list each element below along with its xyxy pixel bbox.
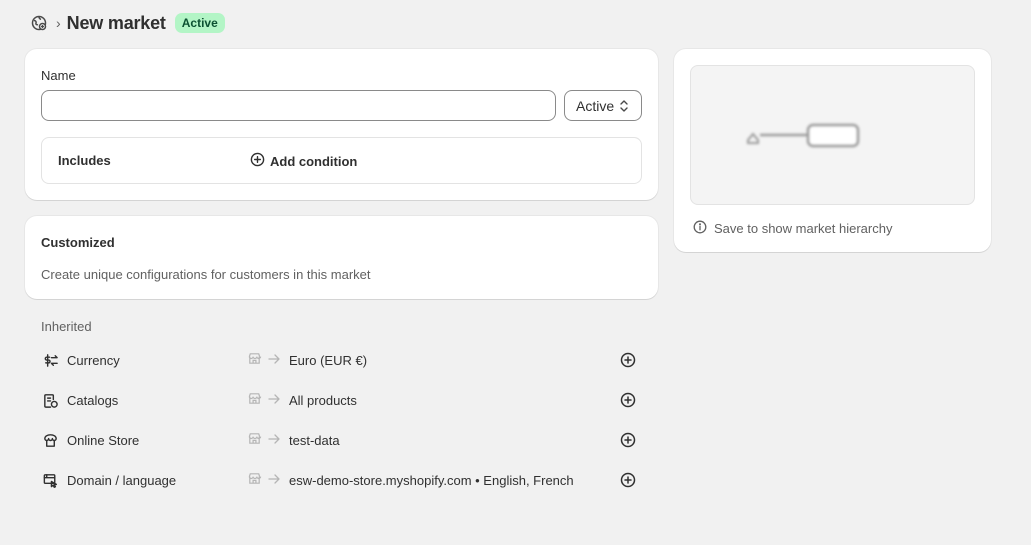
includes-label: Includes: [58, 153, 111, 168]
plus-circle-icon[interactable]: [619, 431, 637, 449]
inherited-row-label: Catalogs: [67, 392, 119, 408]
arrow-right-icon: [267, 472, 281, 489]
globe-icon[interactable]: [30, 14, 48, 32]
status-select[interactable]: Active: [564, 90, 642, 121]
customized-card: Customized Create unique configurations …: [25, 216, 658, 299]
inherited-row-value: test-data: [289, 432, 340, 448]
plus-circle-icon[interactable]: [619, 351, 637, 369]
customized-description: Create unique configurations for custome…: [41, 267, 371, 282]
hierarchy-note-text: Save to show market hierarchy: [714, 221, 893, 236]
inherited-row-domain: Domain / language esw-demo-store.myshopi…: [41, 468, 641, 492]
name-card: Name Active Includes Add condition: [25, 49, 658, 200]
add-condition-button[interactable]: Add condition: [250, 152, 357, 170]
status-badge: Active: [174, 13, 225, 33]
hierarchy-note: Save to show market hierarchy: [693, 220, 892, 237]
plus-circle-icon[interactable]: [619, 391, 637, 409]
hierarchy-preview: [690, 65, 975, 205]
add-condition-label: Add condition: [270, 153, 358, 169]
store-icon: [247, 391, 262, 409]
arrow-right-icon: [267, 352, 281, 369]
store-icon: [247, 431, 262, 449]
inherited-row-catalogs: Catalogs All products: [41, 388, 641, 412]
name-input[interactable]: [41, 90, 556, 121]
select-chevron-icon: [619, 99, 629, 116]
plus-circle-icon: [250, 152, 265, 170]
inherited-row-value: esw-demo-store.myshopify.com • English, …: [289, 472, 574, 488]
inherited-row-label: Online Store: [67, 432, 140, 448]
info-icon: [693, 220, 707, 237]
inherited-row-value: All products: [289, 392, 357, 408]
customized-title: Customized: [41, 235, 115, 250]
chevron-right-icon: ›: [56, 15, 61, 31]
arrow-right-icon: [267, 432, 281, 449]
status-select-value: Active: [576, 97, 615, 114]
inherited-label: Inherited: [41, 319, 92, 334]
hierarchy-diagram-icon: [747, 123, 860, 148]
breadcrumb: › New market Active: [30, 11, 225, 35]
inherited-source: [247, 351, 281, 369]
inherited-source: [247, 391, 281, 409]
inherited-row-label: Currency: [67, 352, 120, 368]
page-title: New market: [66, 12, 166, 33]
currency-icon: [41, 351, 59, 369]
plus-circle-icon[interactable]: [619, 471, 637, 489]
inherited-row-currency: Currency Euro (EUR €): [41, 348, 641, 372]
domain-icon: [41, 471, 59, 489]
inherited-row-value: Euro (EUR €): [289, 352, 368, 368]
online-store-icon: [41, 431, 59, 449]
inherited-row-online-store: Online Store test-data: [41, 428, 641, 452]
inherited-source: [247, 431, 281, 449]
name-label: Name: [41, 68, 76, 83]
market-hierarchy-card: Save to show market hierarchy: [674, 49, 991, 252]
catalog-icon: [41, 391, 59, 409]
store-icon: [247, 471, 262, 489]
store-icon: [247, 351, 262, 369]
arrow-right-icon: [267, 392, 281, 409]
inherited-row-label: Domain / language: [67, 472, 177, 488]
inherited-source: [247, 471, 281, 489]
includes-section: Includes Add condition: [41, 137, 642, 184]
